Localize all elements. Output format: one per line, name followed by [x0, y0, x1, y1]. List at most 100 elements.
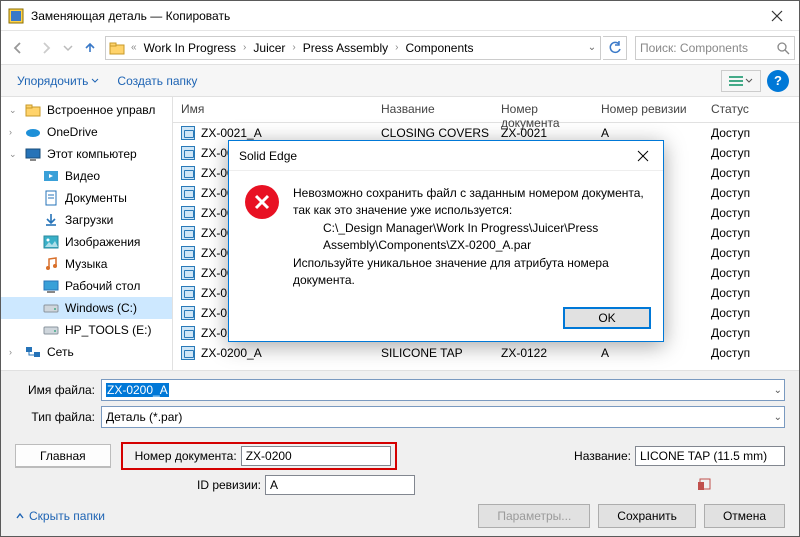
bottom-panel: Имя файла: ZX-0200_A ⌄ Тип файла: Деталь…	[1, 370, 799, 536]
navbar: « Work In Progress › Juicer › Press Asse…	[1, 31, 799, 65]
desktop-icon	[43, 278, 59, 294]
tab-main[interactable]: Главная	[15, 444, 111, 468]
pin-icon[interactable]	[697, 477, 713, 493]
help-button[interactable]: ?	[767, 70, 789, 92]
new-folder-button[interactable]: Создать папку	[111, 70, 203, 92]
folder-icon	[106, 41, 128, 55]
error-dialog-titlebar[interactable]: Solid Edge	[229, 141, 663, 171]
tree-item[interactable]: Видео	[1, 165, 172, 187]
search-input[interactable]: Поиск: Components	[635, 36, 795, 60]
tree-item[interactable]: Документы	[1, 187, 172, 209]
filetype-label: Тип файла:	[15, 410, 95, 424]
chevron-right-icon: ›	[289, 42, 298, 53]
hide-folders-toggle[interactable]: Скрыть папки	[15, 509, 105, 523]
part-file-icon	[181, 286, 195, 300]
tree-item[interactable]: ›OneDrive	[1, 121, 172, 143]
file-list-header[interactable]: Имя Название Номер документа Номер ревиз…	[173, 97, 799, 123]
error-message: Невозможно сохранить файл с заданным ном…	[293, 185, 647, 289]
column-doc[interactable]: Номер документа	[493, 97, 593, 122]
cancel-button[interactable]: Отмена	[704, 504, 785, 528]
part-file-icon	[181, 346, 195, 360]
part-file-icon	[181, 266, 195, 280]
tree-item[interactable]: ⌄Этот компьютер	[1, 143, 172, 165]
chevron-down-icon[interactable]: ⌄	[774, 385, 782, 396]
column-name[interactable]: Имя	[173, 97, 373, 122]
toolbar: Упорядочить Создать папку ?	[1, 65, 799, 97]
docnum-input[interactable]	[241, 446, 391, 466]
download-icon	[43, 212, 59, 228]
chevron-up-icon	[15, 511, 25, 521]
tree-item[interactable]: Загрузки	[1, 209, 172, 231]
error-icon	[245, 185, 279, 219]
chevron-right-icon: ›	[240, 42, 249, 53]
error-dialog: Solid Edge Невозможно сохранить файл с з…	[228, 140, 664, 342]
save-button[interactable]: Сохранить	[598, 504, 696, 528]
column-status[interactable]: Статус	[703, 97, 799, 122]
filename-input[interactable]: ZX-0200_A ⌄	[101, 379, 785, 401]
pc-icon	[25, 146, 41, 162]
filename-label: Имя файла:	[15, 383, 95, 397]
tree-item[interactable]: ›Сеть	[1, 341, 172, 363]
close-button[interactable]	[754, 1, 799, 31]
chevron-down-icon[interactable]: ⌄	[774, 412, 782, 423]
nav-forward-button[interactable]	[33, 35, 59, 61]
tree-item[interactable]: HP_TOOLS (E:)	[1, 319, 172, 341]
search-placeholder: Поиск: Components	[640, 41, 776, 55]
error-close-button[interactable]	[623, 141, 663, 171]
tree-item[interactable]: Музыка	[1, 253, 172, 275]
column-title[interactable]: Название	[373, 97, 493, 122]
part-file-icon	[181, 326, 195, 340]
music-icon	[43, 256, 59, 272]
breadcrumb-bar[interactable]: « Work In Progress › Juicer › Press Asse…	[105, 36, 601, 60]
error-dialog-title: Solid Edge	[239, 149, 623, 163]
tree-item[interactable]: Изображения	[1, 231, 172, 253]
image-icon	[43, 234, 59, 250]
tree-item[interactable]: ⌄Встроенное управл	[1, 99, 172, 121]
nav-history-button[interactable]	[61, 35, 75, 61]
titlebar: Заменяющая деталь — Копировать	[1, 1, 799, 31]
chevron-down-icon	[745, 77, 753, 85]
revid-input[interactable]	[265, 475, 415, 495]
part-file-icon	[181, 126, 195, 140]
search-icon	[776, 41, 790, 55]
revid-label: ID ревизии:	[143, 478, 261, 492]
view-mode-button[interactable]	[721, 70, 761, 92]
file-row[interactable]: ZX-0200_АSILICONE TAPZX-0122AДоступ	[173, 343, 799, 363]
part-file-icon	[181, 206, 195, 220]
breadcrumb-dropdown[interactable]: ⌄	[584, 42, 600, 53]
window-title: Заменяющая деталь — Копировать	[31, 9, 754, 23]
part-file-icon	[181, 186, 195, 200]
refresh-button[interactable]	[603, 36, 627, 60]
video-icon	[43, 168, 59, 184]
part-file-icon	[181, 166, 195, 180]
params-button: Параметры...	[478, 504, 590, 528]
filetype-select[interactable]: Деталь (*.par) ⌄	[101, 406, 785, 428]
folder-tree[interactable]: ⌄Встроенное управл›OneDrive⌄Этот компьют…	[1, 97, 173, 370]
onedrive-icon	[25, 124, 41, 140]
folder-icon	[25, 102, 41, 118]
breadcrumb-item[interactable]: Juicer	[249, 37, 289, 59]
error-ok-button[interactable]: OK	[563, 307, 651, 329]
net-icon	[25, 344, 41, 360]
tree-item[interactable]: Windows (C:)	[1, 297, 172, 319]
docnum-label: Номер документа:	[127, 449, 237, 463]
column-rev[interactable]: Номер ревизии	[593, 97, 703, 122]
breadcrumb-item[interactable]: Work In Progress	[140, 37, 240, 59]
app-icon	[1, 8, 31, 24]
breadcrumb-item[interactable]: Components	[401, 37, 477, 59]
part-file-icon	[181, 146, 195, 160]
breadcrumb-item[interactable]: Press Assembly	[299, 37, 392, 59]
nav-back-button[interactable]	[5, 35, 31, 61]
drive-icon	[43, 300, 59, 316]
title-prop-input[interactable]	[635, 446, 785, 466]
part-file-icon	[181, 306, 195, 320]
validation-highlight: Номер документа:	[121, 442, 397, 470]
chevron-right-icon: ›	[392, 42, 401, 53]
drive-icon	[43, 322, 59, 338]
save-dialog-window: Заменяющая деталь — Копировать « Work In…	[0, 0, 800, 537]
chevron-down-icon	[91, 77, 99, 85]
organize-menu[interactable]: Упорядочить	[11, 70, 105, 92]
nav-up-button[interactable]	[77, 35, 103, 61]
tree-item[interactable]: Рабочий стол	[1, 275, 172, 297]
part-file-icon	[181, 226, 195, 240]
